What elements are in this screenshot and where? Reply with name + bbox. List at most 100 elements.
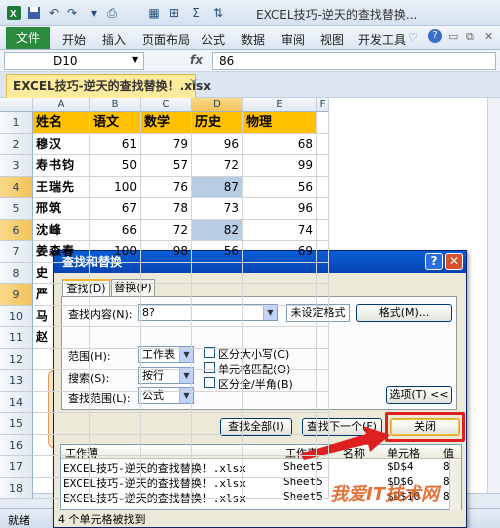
empty-cell[interactable] xyxy=(317,284,329,306)
empty-cell[interactable] xyxy=(243,434,317,456)
dropdown-icon[interactable]: ▾ xyxy=(86,5,102,21)
table-cell[interactable]: 100 xyxy=(90,241,141,263)
empty-cell[interactable] xyxy=(317,262,329,284)
empty-cell[interactable] xyxy=(141,391,192,413)
select-all-corner[interactable] xyxy=(0,98,33,112)
empty-cell[interactable] xyxy=(141,456,192,478)
row-header[interactable]: 10 xyxy=(0,305,33,327)
row-header[interactable]: 14 xyxy=(0,391,33,413)
header-cell[interactable]: 物理 xyxy=(243,112,317,134)
column-header-d[interactable]: D xyxy=(192,98,243,112)
empty-cell[interactable] xyxy=(317,305,329,327)
empty-cell[interactable] xyxy=(90,348,141,370)
tab-home[interactable]: 开始 xyxy=(62,31,86,48)
table-cell[interactable]: 赵 xyxy=(33,327,90,349)
empty-cell[interactable] xyxy=(317,198,329,220)
empty-cell[interactable] xyxy=(90,370,141,392)
empty-cell[interactable] xyxy=(192,434,243,456)
table-cell[interactable] xyxy=(141,284,192,306)
col-value[interactable]: 值 xyxy=(443,445,454,461)
table-cell[interactable]: 邢筑 xyxy=(33,198,90,220)
tab-developer[interactable]: 开发工具 xyxy=(358,31,406,48)
minimize-icon[interactable]: ▭ xyxy=(448,30,458,43)
save-icon[interactable] xyxy=(26,5,42,21)
empty-cell[interactable] xyxy=(317,241,329,263)
row-header[interactable]: 9 xyxy=(0,284,33,306)
table-cell[interactable]: 姜森春 xyxy=(33,241,90,263)
empty-cell[interactable] xyxy=(33,413,90,435)
empty-cell[interactable] xyxy=(33,370,90,392)
name-box-dropdown-icon[interactable]: ▼ xyxy=(132,55,138,64)
table-cell[interactable]: 马 xyxy=(33,305,90,327)
row-header[interactable]: 17 xyxy=(0,456,33,478)
table-cell[interactable] xyxy=(192,327,243,349)
dialog-help-button[interactable]: ? xyxy=(425,253,443,270)
empty-cell[interactable] xyxy=(317,413,329,435)
table-cell[interactable]: 82 xyxy=(192,219,243,241)
empty-cell[interactable] xyxy=(192,348,243,370)
row-header[interactable]: 1 xyxy=(0,112,33,134)
empty-cell[interactable] xyxy=(317,456,329,478)
empty-cell[interactable] xyxy=(33,434,90,456)
table-cell[interactable]: 73 xyxy=(192,198,243,220)
row-header[interactable]: 12 xyxy=(0,348,33,370)
column-header-a[interactable]: A xyxy=(33,98,90,112)
empty-cell[interactable] xyxy=(317,348,329,370)
grid-icon[interactable]: ⊞ xyxy=(166,5,182,21)
table-cell[interactable]: 穆汉 xyxy=(33,133,90,155)
empty-cell[interactable] xyxy=(141,434,192,456)
header-cell[interactable]: 数学 xyxy=(141,112,192,134)
table-cell[interactable] xyxy=(141,305,192,327)
empty-cell[interactable] xyxy=(243,370,317,392)
table-cell[interactable]: 78 xyxy=(141,198,192,220)
row-header[interactable]: 13 xyxy=(0,370,33,392)
tab-review[interactable]: 审阅 xyxy=(281,31,305,48)
table-cell[interactable] xyxy=(243,262,317,284)
print-preview-icon[interactable]: ⎙ xyxy=(104,5,120,21)
formula-input[interactable]: 86 xyxy=(212,52,496,70)
results-scrollbar[interactable] xyxy=(449,460,461,510)
column-header-e[interactable]: E xyxy=(243,98,317,112)
row-header[interactable]: 11 xyxy=(0,327,33,349)
workbook-tab[interactable]: EXCEL技巧-逆天的查找替换！.xlsx xyxy=(6,74,211,98)
empty-cell[interactable] xyxy=(317,327,329,349)
restore-icon[interactable]: ⧉ xyxy=(466,30,474,44)
tab-formulas[interactable]: 公式 xyxy=(201,31,225,48)
empty-cell[interactable] xyxy=(192,391,243,413)
empty-cell[interactable] xyxy=(33,348,90,370)
empty-cell[interactable] xyxy=(243,477,317,499)
tab-view[interactable]: 视图 xyxy=(320,31,344,48)
column-header-c[interactable]: C xyxy=(141,98,192,112)
format-button[interactable]: 格式(M)... xyxy=(356,304,452,322)
empty-cell[interactable] xyxy=(192,413,243,435)
empty-cell[interactable] xyxy=(141,370,192,392)
table-cell[interactable]: 68 xyxy=(243,133,317,155)
empty-cell[interactable] xyxy=(317,391,329,413)
table-cell[interactable]: 76 xyxy=(141,176,192,198)
table-cell[interactable]: 99 xyxy=(243,155,317,177)
table-cell[interactable] xyxy=(90,262,141,284)
row-header[interactable]: 5 xyxy=(0,198,33,220)
empty-cell[interactable] xyxy=(243,413,317,435)
empty-cell[interactable] xyxy=(317,155,329,177)
row-header[interactable]: 8 xyxy=(0,262,33,284)
empty-cell[interactable] xyxy=(317,370,329,392)
table-cell[interactable]: 66 xyxy=(90,219,141,241)
empty-cell[interactable] xyxy=(243,456,317,478)
empty-cell[interactable] xyxy=(192,370,243,392)
table-cell[interactable] xyxy=(90,327,141,349)
empty-cell[interactable] xyxy=(33,456,90,478)
table-cell[interactable] xyxy=(141,262,192,284)
empty-cell[interactable] xyxy=(317,219,329,241)
row-header[interactable]: 2 xyxy=(0,133,33,155)
table-cell[interactable]: 69 xyxy=(243,241,317,263)
column-header-f[interactable]: F xyxy=(317,98,329,112)
row-header[interactable]: 3 xyxy=(0,155,33,177)
help-icon[interactable]: ? xyxy=(428,29,442,43)
insert-function-icon[interactable]: fx xyxy=(190,53,203,67)
empty-cell[interactable] xyxy=(90,434,141,456)
table-cell[interactable]: 72 xyxy=(192,155,243,177)
row-header[interactable]: 16 xyxy=(0,434,33,456)
table-cell[interactable]: 沈峰 xyxy=(33,219,90,241)
empty-cell[interactable] xyxy=(141,477,192,499)
